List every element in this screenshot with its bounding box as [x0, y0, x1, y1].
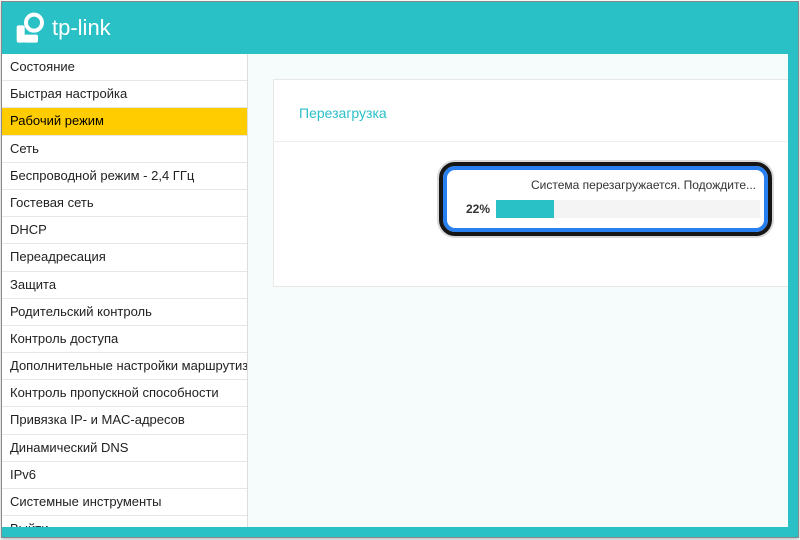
- page-title: Перезагрузка: [274, 105, 797, 141]
- sidebar-item-network[interactable]: Сеть: [2, 136, 247, 163]
- sidebar-item-guest-network[interactable]: Гостевая сеть: [2, 190, 247, 217]
- sidebar-item-routing[interactable]: Дополнительные настройки маршрутизации: [2, 353, 247, 380]
- sidebar-item-wireless-24[interactable]: Беспроводной режим - 2,4 ГГц: [2, 163, 247, 190]
- sidebar-item-label: Дополнительные настройки маршрутизации: [10, 358, 248, 373]
- brand-name: tp-link: [52, 15, 111, 41]
- progress-row: 22%: [451, 200, 760, 218]
- sidebar-item-label: Беспроводной режим - 2,4 ГГц: [10, 168, 194, 183]
- sidebar-item-bandwidth[interactable]: Контроль пропускной способности: [2, 380, 247, 407]
- sidebar-item-ip-mac-binding[interactable]: Привязка IP- и MAC-адресов: [2, 407, 247, 434]
- sidebar: Состояние Быстрая настройка Рабочий режи…: [2, 54, 248, 537]
- status-text: Система перезагружается. Подождите...: [451, 178, 760, 192]
- progress-fill: [496, 200, 554, 218]
- sidebar-item-label: Динамический DNS: [10, 440, 128, 455]
- sidebar-item-label: DHCP: [10, 222, 47, 237]
- sidebar-item-label: Переадресация: [10, 249, 106, 264]
- sidebar-item-label: Состояние: [10, 59, 75, 74]
- sidebar-item-label: Системные инструменты: [10, 494, 161, 509]
- main-content: Перезагрузка Система перезагружается. По…: [248, 54, 798, 537]
- right-edge-fill: [788, 54, 798, 537]
- sidebar-item-label: Быстрая настройка: [10, 86, 127, 101]
- sidebar-item-system-tools[interactable]: Системные инструменты: [2, 489, 247, 516]
- sidebar-item-security[interactable]: Защита: [2, 272, 247, 299]
- sidebar-item-quick-setup[interactable]: Быстрая настройка: [2, 81, 247, 108]
- sidebar-item-label: Защита: [10, 277, 56, 292]
- sidebar-item-status[interactable]: Состояние: [2, 54, 247, 81]
- progress-percent: 22%: [451, 202, 496, 216]
- sidebar-item-ddns[interactable]: Динамический DNS: [2, 435, 247, 462]
- progress-bar: [496, 200, 760, 218]
- sidebar-item-operation-mode[interactable]: Рабочий режим: [2, 108, 247, 135]
- sidebar-item-label: Контроль доступа: [10, 331, 118, 346]
- sidebar-item-label: Рабочий режим: [10, 113, 104, 128]
- sidebar-item-forwarding[interactable]: Переадресация: [2, 244, 247, 271]
- sidebar-item-label: Сеть: [10, 141, 39, 156]
- bottom-edge-fill: [2, 527, 798, 537]
- brand-logo: tp-link: [14, 12, 111, 44]
- sidebar-item-label: Родительский контроль: [10, 304, 152, 319]
- sidebar-item-label: Привязка IP- и MAC-адресов: [10, 412, 185, 427]
- reboot-callout: Система перезагружается. Подождите... 22…: [439, 162, 772, 236]
- header: tp-link: [2, 2, 798, 54]
- sidebar-item-label: IPv6: [10, 467, 36, 482]
- progress-panel: Система перезагружается. Подождите... 22…: [274, 141, 797, 261]
- sidebar-item-label: Гостевая сеть: [10, 195, 94, 210]
- sidebar-item-parental[interactable]: Родительский контроль: [2, 299, 247, 326]
- sidebar-item-access-control[interactable]: Контроль доступа: [2, 326, 247, 353]
- sidebar-item-label: Контроль пропускной способности: [10, 385, 219, 400]
- sidebar-item-ipv6[interactable]: IPv6: [2, 462, 247, 489]
- tp-link-logo-icon: [14, 12, 46, 44]
- sidebar-item-dhcp[interactable]: DHCP: [2, 217, 247, 244]
